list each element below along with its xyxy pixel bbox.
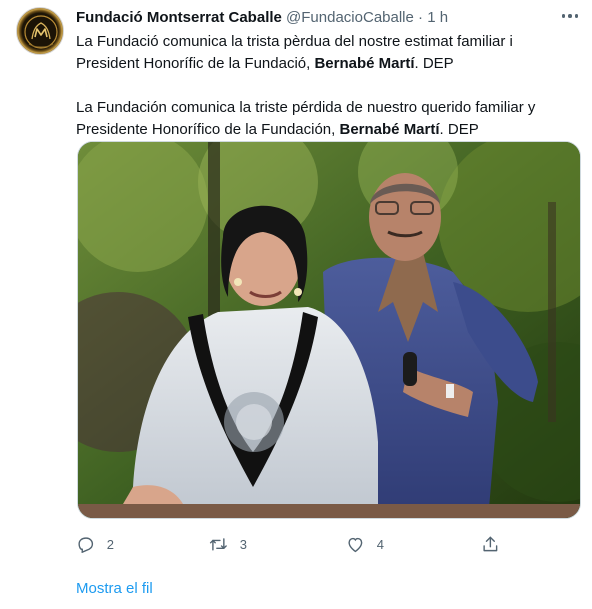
show-thread-link[interactable]: Mostra el fil	[76, 579, 153, 599]
tweet-header: Fundació Montserrat Caballe @FundacioCab…	[76, 8, 576, 28]
more-options-button[interactable]	[558, 6, 582, 26]
retweet-button[interactable]: 3	[209, 530, 247, 558]
tweet-actions: 2 3 4	[76, 530, 516, 558]
author-handle[interactable]: @FundacioCaballe	[286, 9, 414, 26]
spanish-text-end: . DEP	[439, 121, 479, 138]
like-button[interactable]: 4	[346, 530, 384, 558]
reply-icon	[78, 537, 94, 553]
tweet-photo[interactable]	[77, 141, 581, 519]
author-name[interactable]: Fundació Montserrat Caballe	[76, 9, 282, 26]
catalan-name-bold: Bernabé Martí	[314, 55, 415, 72]
retweet-count: 3	[239, 536, 247, 552]
tweet-text-catalan: La Fundació comunica la trista pèrdua de…	[76, 31, 576, 75]
spanish-name-bold: Bernabé Martí	[339, 121, 440, 138]
tweet-text-spanish: La Fundación comunica la triste pérdida …	[76, 97, 576, 141]
reply-button[interactable]: 2	[76, 530, 114, 558]
more-options-icon	[561, 14, 566, 18]
share-icon	[483, 536, 498, 551]
more-options-dot	[568, 14, 572, 18]
separator-dot: ·	[418, 9, 424, 26]
timestamp[interactable]: 1 h	[427, 9, 448, 26]
author-avatar[interactable]	[16, 7, 64, 55]
retweet-icon	[209, 537, 227, 551]
reply-count: 2	[106, 536, 114, 552]
like-count: 4	[376, 536, 384, 552]
tweet-text: La Fundació comunica la trista pèrdua de…	[76, 31, 576, 141]
like-icon	[348, 537, 363, 552]
foundation-logo-icon	[24, 15, 58, 49]
photo-image	[78, 142, 580, 518]
more-options-dot	[574, 14, 579, 18]
catalan-text-end: . DEP	[414, 55, 454, 72]
share-button[interactable]	[481, 530, 500, 558]
tweet-card[interactable]: Fundació Montserrat Caballe @FundacioCab…	[0, 0, 592, 609]
